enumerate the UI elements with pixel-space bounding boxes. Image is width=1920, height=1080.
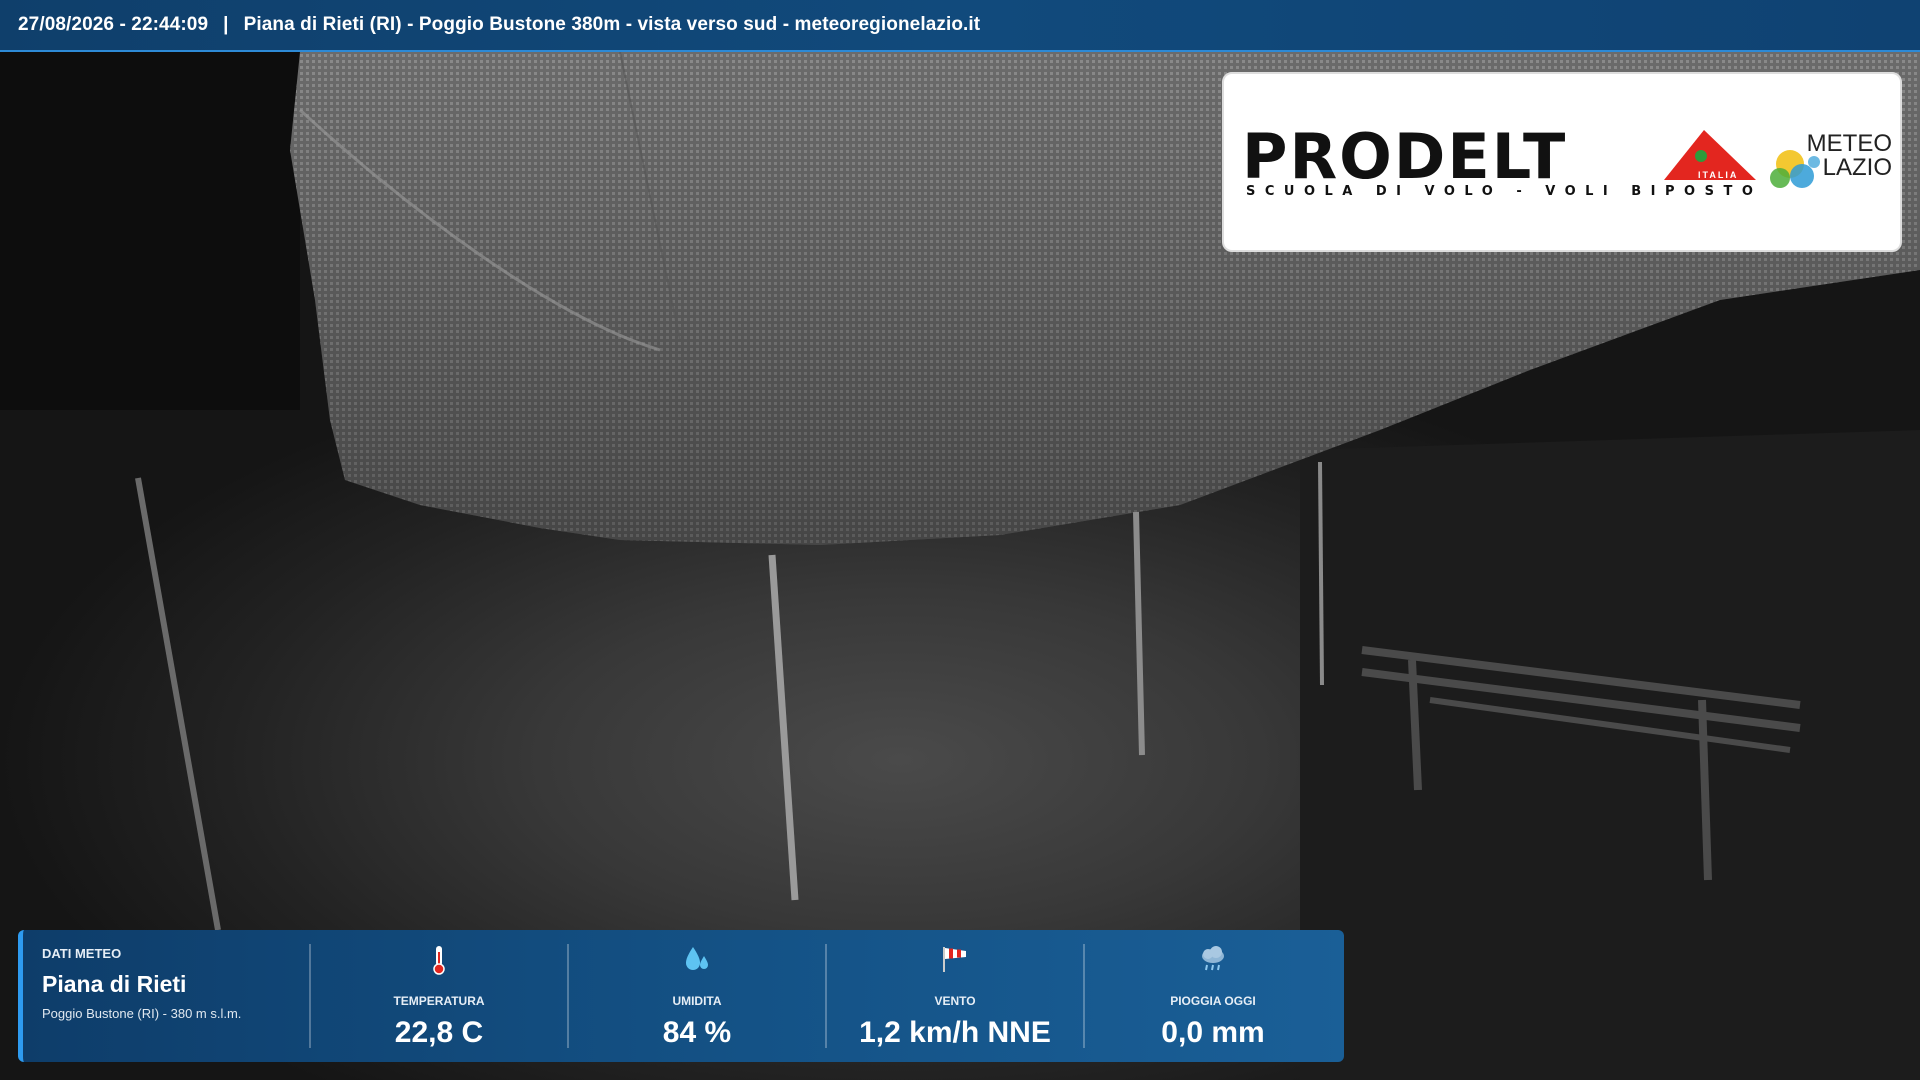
station-info: DATI METEO Piana di Rieti Poggio Bustone…	[23, 930, 309, 1062]
thermometer-icon	[431, 944, 447, 981]
timestamp: 27/08/2026 - 22:44:09	[18, 14, 209, 35]
metric-label: PIOGGIA OGGI	[1170, 994, 1256, 1008]
metric-value: 84 %	[662, 1016, 732, 1049]
windsock-icon	[940, 944, 970, 979]
meteo-lazio-line2: LAZIO	[1822, 154, 1892, 181]
station-name: Piana di Rieti	[42, 971, 187, 997]
location-title: Piana di Rieti (RI) - Poggio Bustone 380…	[243, 14, 981, 35]
metric-value: 1,2 km/h NNE	[859, 1016, 1051, 1049]
metric-label: VENTO	[934, 994, 976, 1008]
title-bar: 27/08/2026 - 22:44:09 | Piana di Rieti (…	[0, 0, 1920, 52]
rain-cloud-icon	[1198, 944, 1228, 979]
pole	[135, 477, 221, 931]
metric-value: 22,8 C	[394, 1016, 484, 1049]
metric-label: UMIDITA	[672, 994, 722, 1008]
meteo-lazio-logo: METEO LAZIO	[1796, 132, 1892, 180]
metric-temperature: TEMPERATURA 22,8 C	[309, 944, 567, 1049]
droplets-icon	[683, 944, 711, 979]
section-label: DATI METEO	[42, 946, 122, 961]
title-separator: |	[223, 14, 229, 35]
meteo-lazio-line1: METEO	[1806, 130, 1892, 157]
metric-humidity: UMIDITA 84 %	[567, 944, 825, 1049]
metric-rain: PIOGGIA OGGI 0,0 mm	[1083, 944, 1341, 1049]
pole	[1318, 461, 1324, 686]
metric-label: TEMPERATURA	[393, 994, 485, 1008]
logo-wordmark: PRODELT	[1242, 120, 1568, 193]
logo-italia: ITALIA	[1698, 170, 1739, 180]
sponsor-logo: PRODELT ITALIA SCUOLA DI VOLO - VOLI BIP…	[1222, 72, 1902, 252]
metric-value: 0,0 mm	[1161, 1016, 1265, 1049]
logo-tagline: SCUOLA DI VOLO - VOLI BIPOSTO	[1246, 184, 1763, 199]
station-subtitle: Poggio Bustone (RI) - 380 m s.l.m.	[42, 1006, 242, 1021]
pole	[768, 554, 799, 901]
metric-wind: VENTO 1,2 km/h NNE	[825, 944, 1083, 1049]
weather-panel: DATI METEO Piana di Rieti Poggio Bustone…	[18, 930, 1344, 1062]
pole	[1133, 511, 1145, 756]
